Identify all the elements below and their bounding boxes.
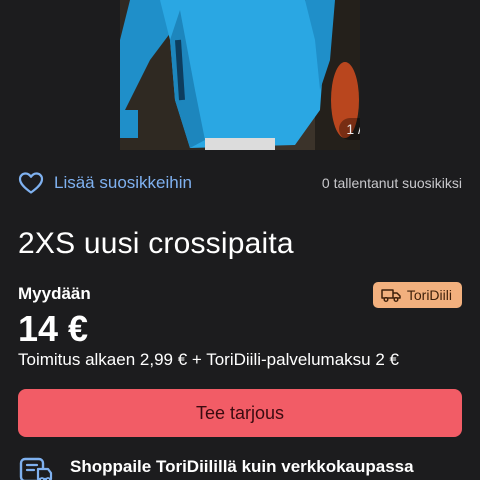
image-gallery[interactable]: 1 / 2 — [0, 0, 480, 150]
badge-label: ToriDiili — [406, 287, 452, 303]
favorites-row: Lisää suosikkeihin 0 tallentanut suosiki… — [18, 168, 462, 198]
sale-type-label: Myydään — [18, 284, 91, 303]
promo-text: Shoppaile ToriDiilillä kuin verkkokaupas… — [70, 457, 414, 476]
jersey-image — [120, 0, 360, 150]
toridiili-badge[interactable]: ToriDiili — [372, 282, 462, 308]
make-offer-button[interactable]: Tee tarjous — [18, 389, 462, 437]
add-to-favorites-label: Lisää suosikkeihin — [54, 173, 192, 192]
image-counter: 1 / 2 — [339, 118, 360, 140]
heart-outline-icon — [18, 172, 44, 194]
favorites-count: 0 tallentanut suosikiksi — [321, 175, 462, 191]
add-to-favorites-button[interactable]: Lisää suosikkeihin — [18, 171, 192, 195]
listing-title: 2XS uusi crossipaita — [18, 227, 294, 260]
price: 14 € — [18, 308, 89, 349]
shipping-info: Toimitus alkaen 2,99 € + ToriDiili-palve… — [18, 350, 399, 369]
shopping-bag-icon — [19, 457, 53, 480]
delivery-truck-icon — [381, 289, 401, 302]
promo-banner[interactable]: Shoppaile ToriDiilillä kuin verkkokaupas… — [18, 455, 462, 480]
product-photo[interactable]: 1 / 2 — [120, 0, 360, 150]
